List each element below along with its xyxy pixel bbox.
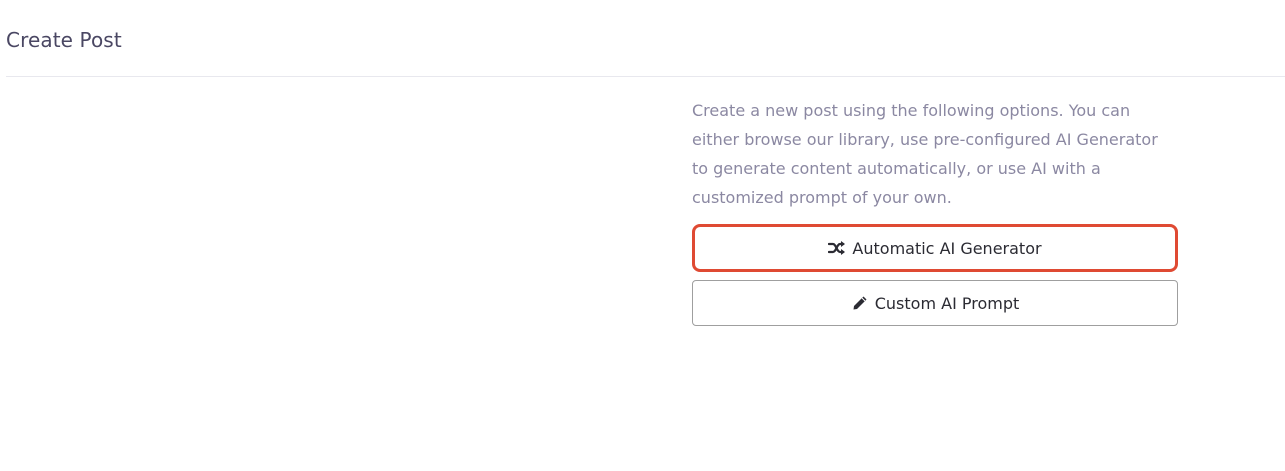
shuffle-icon (828, 239, 846, 257)
automatic-ai-generator-button[interactable]: Automatic AI Generator (692, 224, 1178, 272)
pencil-icon (851, 294, 869, 312)
page-title: Create Post (6, 28, 122, 52)
custom-ai-prompt-button[interactable]: Custom AI Prompt (692, 280, 1178, 326)
custom-ai-prompt-label: Custom AI Prompt (874, 293, 1020, 313)
automatic-ai-generator-label: Automatic AI Generator (852, 238, 1042, 258)
options-description: Create a new post using the following op… (692, 101, 1158, 207)
header-divider (6, 76, 1285, 77)
create-post-options: Create a new post using the following op… (692, 96, 1178, 326)
